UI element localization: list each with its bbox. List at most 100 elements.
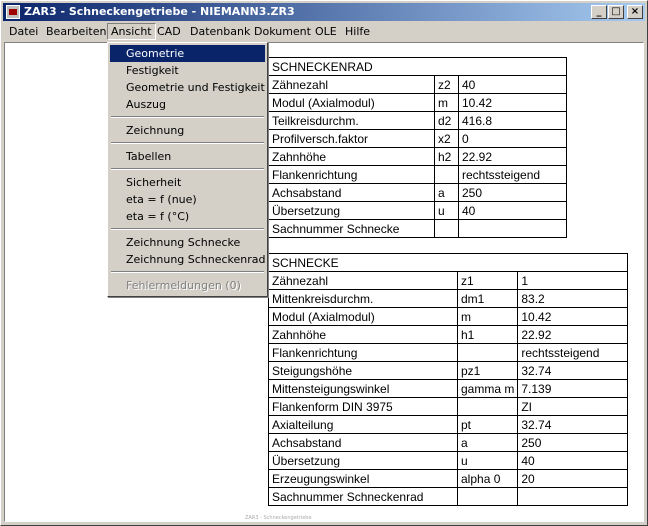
maximize-button[interactable]: □	[608, 5, 624, 19]
schnecke-cell-label[interactable]: Flankenform DIN 3975	[268, 397, 458, 416]
schnecke-cell-value[interactable]: 1	[517, 271, 628, 290]
schneckenrad-cell-label[interactable]: Flankenrichtung	[268, 165, 435, 184]
table-row: Sachnummer Schnecke	[268, 219, 567, 238]
schnecke-cell-label[interactable]: Achsabstand	[268, 433, 458, 452]
schneckenrad-cell-value[interactable]: 416.8	[458, 111, 567, 130]
schneckenrad-cell-value[interactable]: 250	[458, 183, 567, 202]
schnecke-cell-label[interactable]: Mittenkreisdurchm.	[268, 289, 458, 308]
menu-item-eta-f-c[interactable]: eta = f (°C)	[110, 208, 265, 225]
schneckenrad-cell-value[interactable]: 22.92	[458, 147, 567, 166]
menu-item-geometrie[interactable]: Geometrie	[110, 45, 265, 62]
schnecke-cell-symbol[interactable]: alpha 0	[456, 469, 519, 488]
schneckenrad-cell-symbol[interactable]	[434, 165, 459, 184]
schneckenrad-cell-symbol[interactable]: h2	[434, 147, 459, 166]
app-icon[interactable]	[6, 5, 20, 19]
schnecke-cell-value[interactable]: 250	[517, 433, 628, 452]
schnecke-cell-symbol[interactable]: gamma m	[456, 379, 519, 398]
schneckenrad-cell-label[interactable]: Zähnezahl	[268, 75, 435, 94]
table-row: Teilkreisdurchm. d2 416.8	[268, 111, 567, 130]
menu-item-zeichnung-schnecke[interactable]: Zeichnung Schnecke	[110, 234, 265, 251]
schneckenrad-cell-symbol[interactable]	[434, 219, 459, 238]
menu-cad[interactable]: CAD	[154, 23, 184, 40]
table-row: Mittensteigungswinkel gamma m 7.139	[268, 379, 628, 398]
schneckenrad-cell-label[interactable]: Achsabstand	[268, 183, 435, 202]
schneckenrad-cell-label[interactable]: Modul (Axialmodul)	[268, 93, 435, 112]
schnecke-cell-value[interactable]: 22.92	[517, 325, 628, 344]
schnecke-cell-symbol[interactable]: h1	[456, 325, 519, 344]
table-row: Profilversch.faktor x2 0	[268, 129, 567, 148]
schnecke-cell-value[interactable]: 83.2	[517, 289, 628, 308]
schnecke-cell-symbol[interactable]	[456, 487, 519, 506]
schneckenrad-cell-symbol[interactable]: u	[434, 201, 459, 220]
schnecke-cell-label[interactable]: Flankenrichtung	[268, 343, 458, 362]
schnecke-cell-label[interactable]: Modul (Axialmodul)	[268, 307, 458, 326]
schnecke-cell-label[interactable]: Zahnhöhe	[268, 325, 458, 344]
title-bar[interactable]: ZAR3 - Schneckengetriebe - NIEMANN3.ZR3 …	[3, 3, 645, 21]
menu-datei[interactable]: Datei	[6, 23, 41, 40]
menu-item-eta-f-nue[interactable]: eta = f (nue)	[110, 191, 265, 208]
menu-datenbank[interactable]: Datenbank	[187, 23, 253, 40]
schnecke-cell-value[interactable]: 40	[517, 451, 628, 470]
menu-bearbeiten[interactable]: Bearbeiten	[43, 23, 109, 40]
schnecke-cell-value[interactable]: 10.42	[517, 307, 628, 326]
schnecke-cell-symbol[interactable]	[456, 343, 519, 362]
schneckenrad-table: SCHNECKENRAD Zähnezahl z2 40 Modul (Axialmod…	[268, 57, 567, 238]
schnecke-cell-label[interactable]: Zähnezahl	[268, 271, 458, 290]
schneckenrad-cell-value[interactable]: 40	[458, 75, 567, 94]
schneckenrad-cell-value[interactable]: 40	[458, 201, 567, 220]
schnecke-cell-value[interactable]: 32.74	[517, 361, 628, 380]
schnecke-cell-symbol[interactable]: pz1	[456, 361, 519, 380]
table-row: Zähnezahl z1 1	[268, 271, 628, 290]
menu-item-festigkeit[interactable]: Festigkeit	[110, 62, 265, 79]
schnecke-cell-value[interactable]: 20	[517, 469, 628, 488]
ansicht-dropdown: Geometrie Festigkeit Geometrie und Festigk…	[107, 42, 268, 297]
schneckenrad-cell-label[interactable]: Teilkreisdurchm.	[268, 111, 435, 130]
schnecke-cell-label[interactable]: Steigungshöhe	[268, 361, 458, 380]
schnecke-cell-symbol[interactable]	[456, 397, 519, 416]
schneckenrad-cell-value[interactable]: rechtssteigend	[458, 165, 567, 184]
schneckenrad-cell-value[interactable]	[458, 219, 567, 238]
schneckenrad-cell-label[interactable]: Profilversch.faktor	[268, 129, 435, 148]
menu-hilfe[interactable]: Hilfe	[342, 23, 373, 40]
schneckenrad-cell-symbol[interactable]: z2	[434, 75, 459, 94]
menu-item-sicherheit[interactable]: Sicherheit	[110, 174, 265, 191]
menu-item-geometrie-und-festigkeit[interactable]: Geometrie und Festigkeit	[110, 79, 265, 96]
schneckenrad-cell-value[interactable]: 10.42	[458, 93, 567, 112]
menu-ansicht[interactable]: Ansicht	[107, 23, 156, 40]
schnecke-cell-value[interactable]	[517, 487, 628, 506]
schnecke-cell-symbol[interactable]: a	[456, 433, 519, 452]
minimize-button[interactable]: _	[591, 5, 607, 19]
menu-item-zeichnung[interactable]: Zeichnung	[110, 122, 265, 139]
table-row: Flankenrichtung rechtssteigend	[268, 343, 628, 362]
schnecke-cell-value[interactable]: rechtssteigend	[517, 343, 628, 362]
schneckenrad-cell-symbol[interactable]: x2	[434, 129, 459, 148]
schnecke-cell-symbol[interactable]: dm1	[456, 289, 519, 308]
close-button[interactable]: ×	[627, 5, 643, 19]
schnecke-cell-symbol[interactable]: u	[456, 451, 519, 470]
menu-ole[interactable]: OLE	[312, 23, 340, 40]
schneckenrad-cell-label[interactable]: Sachnummer Schnecke	[268, 219, 435, 238]
menu-dokument[interactable]: Dokument	[251, 23, 314, 40]
menu-item-auszug[interactable]: Auszug	[110, 96, 265, 113]
schnecke-cell-value[interactable]: 7.139	[517, 379, 628, 398]
schnecke-cell-symbol[interactable]: m	[456, 307, 519, 326]
schnecke-cell-label[interactable]: Erzeugungswinkel	[268, 469, 458, 488]
schneckenrad-cell-label[interactable]: Zahnhöhe	[268, 147, 435, 166]
schnecke-cell-symbol[interactable]: z1	[456, 271, 519, 290]
schnecke-cell-label[interactable]: Axialteilung	[268, 415, 458, 434]
schneckenrad-cell-symbol[interactable]: a	[434, 183, 459, 202]
schneckenrad-cell-symbol[interactable]: m	[434, 93, 459, 112]
schneckenrad-cell-symbol[interactable]: d2	[434, 111, 459, 130]
schneckenrad-cell-label[interactable]: Übersetzung	[268, 201, 435, 220]
menu-item-tabellen[interactable]: Tabellen	[110, 148, 265, 165]
document-area[interactable]: SCHNECKENRAD Zähnezahl z2 40 Modul (Axialmod…	[4, 42, 644, 522]
schnecke-cell-label[interactable]: Sachnummer Schneckenrad	[268, 487, 458, 506]
schnecke-cell-label[interactable]: Übersetzung	[268, 451, 458, 470]
schneckenrad-cell-value[interactable]: 0	[458, 129, 567, 148]
schnecke-cell-value[interactable]: 32.74	[517, 415, 628, 434]
schnecke-cell-symbol[interactable]: pt	[456, 415, 519, 434]
schnecke-cell-value[interactable]: ZI	[517, 397, 628, 416]
table-row: Übersetzung u 40	[268, 451, 628, 470]
schnecke-cell-label[interactable]: Mittensteigungswinkel	[268, 379, 458, 398]
menu-item-zeichnung-schneckenrad[interactable]: Zeichnung Schneckenrad	[110, 251, 266, 268]
